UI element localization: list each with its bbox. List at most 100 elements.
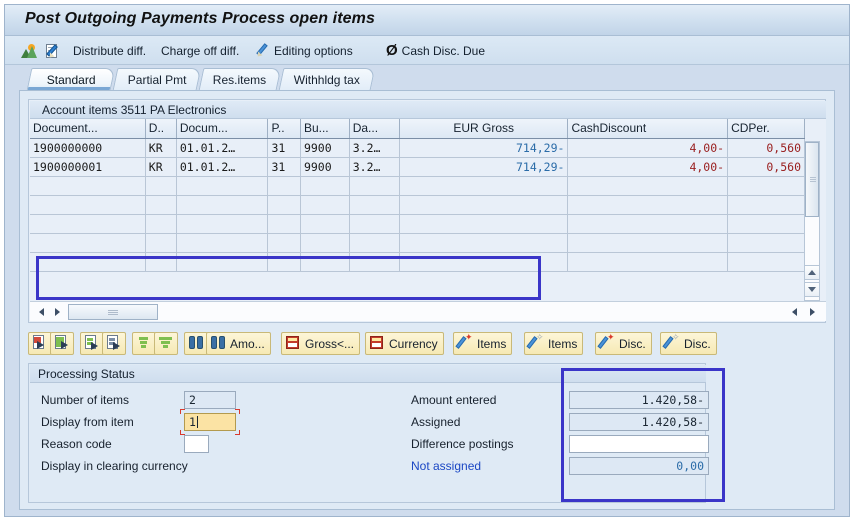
deactivate-discount-button[interactable]: Disc. [660, 332, 717, 355]
scroll-down-button[interactable] [804, 282, 820, 297]
cell-posting-key[interactable]: 31 [268, 157, 301, 176]
difference-postings-input[interactable] [569, 435, 709, 453]
cell-empty[interactable] [399, 233, 567, 252]
col-document[interactable]: Document... [30, 119, 145, 138]
cell-empty[interactable] [399, 214, 567, 233]
cell-business-area[interactable]: 9900 [300, 157, 349, 176]
cell-empty[interactable] [145, 214, 176, 233]
tab-withhldg-tax[interactable]: Withhldg tax [279, 68, 376, 90]
col-cash-discount[interactable]: CashDiscount [568, 119, 728, 138]
cell-empty[interactable] [268, 233, 301, 252]
cell-empty[interactable] [176, 214, 268, 233]
cell-empty[interactable] [568, 195, 728, 214]
cell-empty[interactable] [728, 233, 805, 252]
table-row-empty[interactable] [30, 176, 805, 195]
cell-empty[interactable] [30, 195, 145, 214]
cell-eur-gross[interactable]: 714,29- [399, 138, 567, 157]
cell-document[interactable]: 1900000001 [30, 157, 145, 176]
distribute-diff-button[interactable]: Distribute diff. [69, 40, 146, 61]
cell-empty[interactable] [568, 233, 728, 252]
cell-posting-key[interactable]: 31 [268, 138, 301, 157]
tab-res-items[interactable]: Res.items [199, 68, 282, 90]
cell-empty[interactable] [728, 252, 805, 271]
mountain-sun-button[interactable] [21, 40, 37, 61]
cell-doc-date[interactable]: 01.01.2… [176, 138, 268, 157]
cell-date[interactable]: 3.2… [349, 138, 399, 157]
not-assigned-link[interactable]: Not assigned [411, 459, 481, 473]
cell-empty[interactable] [568, 214, 728, 233]
table-horizontal-scrollbar[interactable] [30, 301, 826, 321]
sort-ascending-button[interactable] [132, 332, 156, 355]
cell-empty[interactable] [30, 233, 145, 252]
cell-empty[interactable] [30, 252, 145, 271]
deselect-block-button[interactable] [102, 332, 126, 355]
deselect-all-button[interactable] [50, 332, 74, 355]
cell-empty[interactable] [145, 233, 176, 252]
select-block-button[interactable] [80, 332, 104, 355]
cell-empty[interactable] [728, 195, 805, 214]
cell-empty[interactable] [268, 195, 301, 214]
reason-code-input[interactable] [184, 435, 209, 453]
cell-empty[interactable] [176, 195, 268, 214]
select-all-button[interactable] [28, 332, 52, 355]
scroll-left-button-end[interactable] [787, 305, 801, 319]
cell-empty[interactable] [349, 214, 399, 233]
cell-business-area[interactable]: 9900 [300, 138, 349, 157]
cell-empty[interactable] [728, 176, 805, 195]
col-date[interactable]: Da... [349, 119, 399, 138]
cell-empty[interactable] [399, 195, 567, 214]
cell-empty[interactable] [268, 252, 301, 271]
tab-partial-pmt[interactable]: Partial Pmt [113, 68, 202, 90]
cell-doc-type[interactable]: KR [145, 157, 176, 176]
activate-items-button[interactable]: Items [453, 332, 512, 355]
cell-empty[interactable] [268, 176, 301, 195]
col-posting-key[interactable]: P.. [268, 119, 301, 138]
cell-empty[interactable] [300, 233, 349, 252]
scroll-right-button[interactable] [50, 305, 64, 319]
table-row-empty[interactable] [30, 195, 805, 214]
cell-document[interactable]: 1900000000 [30, 138, 145, 157]
cell-eur-gross[interactable]: 714,29- [399, 157, 567, 176]
cell-empty[interactable] [145, 195, 176, 214]
currency-button[interactable]: Currency [365, 332, 444, 355]
vertical-scroll-thumb[interactable] [805, 142, 819, 217]
cell-empty[interactable] [300, 195, 349, 214]
table-row[interactable]: 1900000000KR01.01.2…3199003.2…714,29-4,0… [30, 138, 805, 157]
cell-empty[interactable] [300, 214, 349, 233]
editing-options-button[interactable]: Editing options [255, 40, 353, 61]
search-button[interactable] [184, 332, 208, 355]
cell-doc-type[interactable]: KR [145, 138, 176, 157]
table-row[interactable]: 1900000001KR01.01.2…3199003.2…714,29-4,0… [30, 157, 805, 176]
table-row-empty[interactable] [30, 214, 805, 233]
cell-empty[interactable] [145, 176, 176, 195]
edit-document-button[interactable] [45, 40, 61, 61]
table-row-empty[interactable] [30, 233, 805, 252]
cell-empty[interactable] [728, 214, 805, 233]
cell-empty[interactable] [30, 176, 145, 195]
horizontal-scroll-thumb[interactable] [68, 304, 158, 320]
gross-less-button[interactable]: Gross<... [281, 332, 360, 355]
cell-empty[interactable] [568, 252, 728, 271]
scroll-right-button-end[interactable] [805, 305, 819, 319]
cash-disc-due-button[interactable]: Ø Cash Disc. Due [386, 40, 485, 61]
cell-empty[interactable] [176, 233, 268, 252]
cell-empty[interactable] [399, 176, 567, 195]
cell-empty[interactable] [268, 214, 301, 233]
scroll-up-button[interactable] [804, 265, 820, 280]
cell-doc-date[interactable]: 01.01.2… [176, 157, 268, 176]
sort-descending-button[interactable] [154, 332, 178, 355]
deactivate-items-button[interactable]: Items [524, 332, 583, 355]
cell-empty[interactable] [30, 214, 145, 233]
cell-empty[interactable] [349, 176, 399, 195]
search-amount-button[interactable]: Amo... [206, 332, 271, 355]
col-doc-date[interactable]: Docum... [176, 119, 268, 138]
cell-empty[interactable] [568, 176, 728, 195]
cell-empty[interactable] [176, 176, 268, 195]
charge-off-diff-button[interactable]: Charge off diff. [157, 40, 239, 61]
cell-empty[interactable] [349, 233, 399, 252]
scroll-left-button[interactable] [34, 305, 48, 319]
cell-empty[interactable] [349, 252, 399, 271]
cell-date[interactable]: 3.2… [349, 157, 399, 176]
cell-cd-percent[interactable]: 0,560 [728, 138, 805, 157]
table-row-empty[interactable] [30, 252, 805, 271]
